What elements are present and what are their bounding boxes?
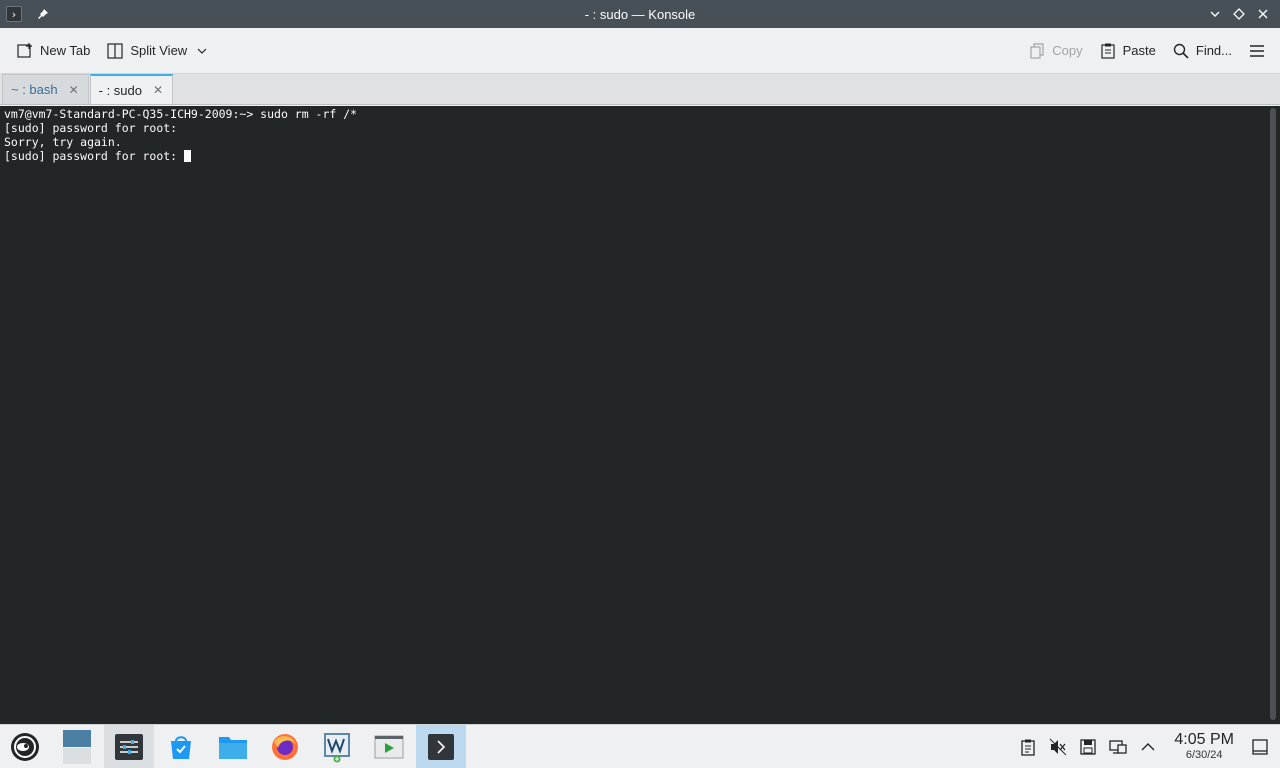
- split-view-icon: [106, 42, 124, 60]
- discover-store-icon[interactable]: [156, 725, 206, 768]
- terminal-scrollbar[interactable]: [1266, 106, 1280, 724]
- text-cursor: [184, 150, 192, 162]
- new-tab-button[interactable]: New Tab: [8, 34, 98, 68]
- tab-label: - : sudo: [98, 82, 142, 98]
- clock-time: 4:05 PM: [1174, 731, 1234, 748]
- system-settings-icon[interactable]: [104, 724, 154, 768]
- konsole-icon[interactable]: [416, 724, 466, 768]
- tab-label: ~ : bash: [11, 82, 58, 97]
- paste-button[interactable]: Paste: [1091, 34, 1164, 68]
- paste-label: Paste: [1122, 43, 1156, 58]
- tab-bash[interactable]: ~ : bash ✕: [2, 74, 89, 104]
- firefox-icon[interactable]: [260, 725, 310, 768]
- close-icon[interactable]: ✕: [152, 83, 164, 97]
- split-view-button[interactable]: Split View: [98, 34, 219, 68]
- show-desktop-icon[interactable]: [1250, 737, 1270, 757]
- terminal-view[interactable]: vm7@vm7-Standard-PC-Q35-ICH9-2009:~> sud…: [0, 106, 1280, 724]
- minimize-button[interactable]: [1204, 3, 1226, 25]
- network-wired-icon[interactable]: [1108, 737, 1128, 757]
- close-window-button[interactable]: [1252, 3, 1274, 25]
- find-button[interactable]: Find...: [1164, 34, 1240, 68]
- virt-manager-icon[interactable]: [312, 725, 362, 768]
- application-launcher-icon[interactable]: [0, 725, 50, 768]
- terminal-prompt-line: [sudo] password for root:: [4, 149, 1276, 163]
- paste-icon: [1099, 42, 1117, 60]
- chevron-up-icon[interactable]: [1138, 737, 1158, 757]
- pin-icon[interactable]: [34, 5, 52, 23]
- konsole-app-icon[interactable]: ›: [6, 6, 22, 22]
- search-icon: [1172, 42, 1190, 60]
- media-player-icon[interactable]: [364, 725, 414, 768]
- maximize-button[interactable]: [1228, 3, 1250, 25]
- terminal-line: Sorry, try again.: [4, 135, 122, 149]
- chevron-down-icon[interactable]: [193, 42, 211, 60]
- storage-device-icon[interactable]: [1078, 737, 1098, 757]
- hamburger-menu-button[interactable]: [1240, 34, 1274, 68]
- find-label: Find...: [1195, 43, 1232, 58]
- terminal-line: [sudo] password for root:: [4, 121, 178, 135]
- new-tab-icon: [16, 42, 34, 60]
- terminal-line: vm7@vm7-Standard-PC-Q35-ICH9-2009:~> sud…: [4, 107, 358, 121]
- hamburger-menu-icon: [1248, 42, 1266, 60]
- window-title: - : sudo — Konsole: [584, 6, 696, 22]
- desktop-pager-icon[interactable]: [52, 725, 102, 768]
- scrollbar-thumb[interactable]: [1270, 108, 1276, 720]
- main-toolbar: New Tab Split View Copy Paste Find...: [0, 28, 1280, 74]
- clipboard-icon[interactable]: [1018, 737, 1038, 757]
- taskbar: 4:05 PM 6/30/24: [0, 724, 1280, 768]
- window-titlebar: › - : sudo — Konsole: [0, 0, 1280, 28]
- clock-date: 6/30/24: [1185, 749, 1223, 761]
- close-icon[interactable]: ✕: [68, 83, 80, 97]
- terminal-line-text: [sudo] password for root:: [4, 149, 185, 163]
- tab-sudo[interactable]: - : sudo ✕: [89, 74, 173, 104]
- copy-button[interactable]: Copy: [1020, 34, 1090, 68]
- tab-bar: ~ : bash ✕ - : sudo ✕: [0, 74, 1280, 105]
- copy-icon: [1028, 42, 1046, 60]
- split-view-label: Split View: [130, 43, 188, 58]
- volume-muted-icon[interactable]: [1048, 737, 1068, 757]
- file-manager-icon[interactable]: [208, 725, 258, 768]
- copy-label: Copy: [1052, 43, 1083, 58]
- digital-clock[interactable]: 4:05 PM 6/30/24: [1174, 732, 1234, 761]
- system-tray: 4:05 PM 6/30/24: [1018, 732, 1280, 761]
- new-tab-label: New Tab: [40, 43, 91, 58]
